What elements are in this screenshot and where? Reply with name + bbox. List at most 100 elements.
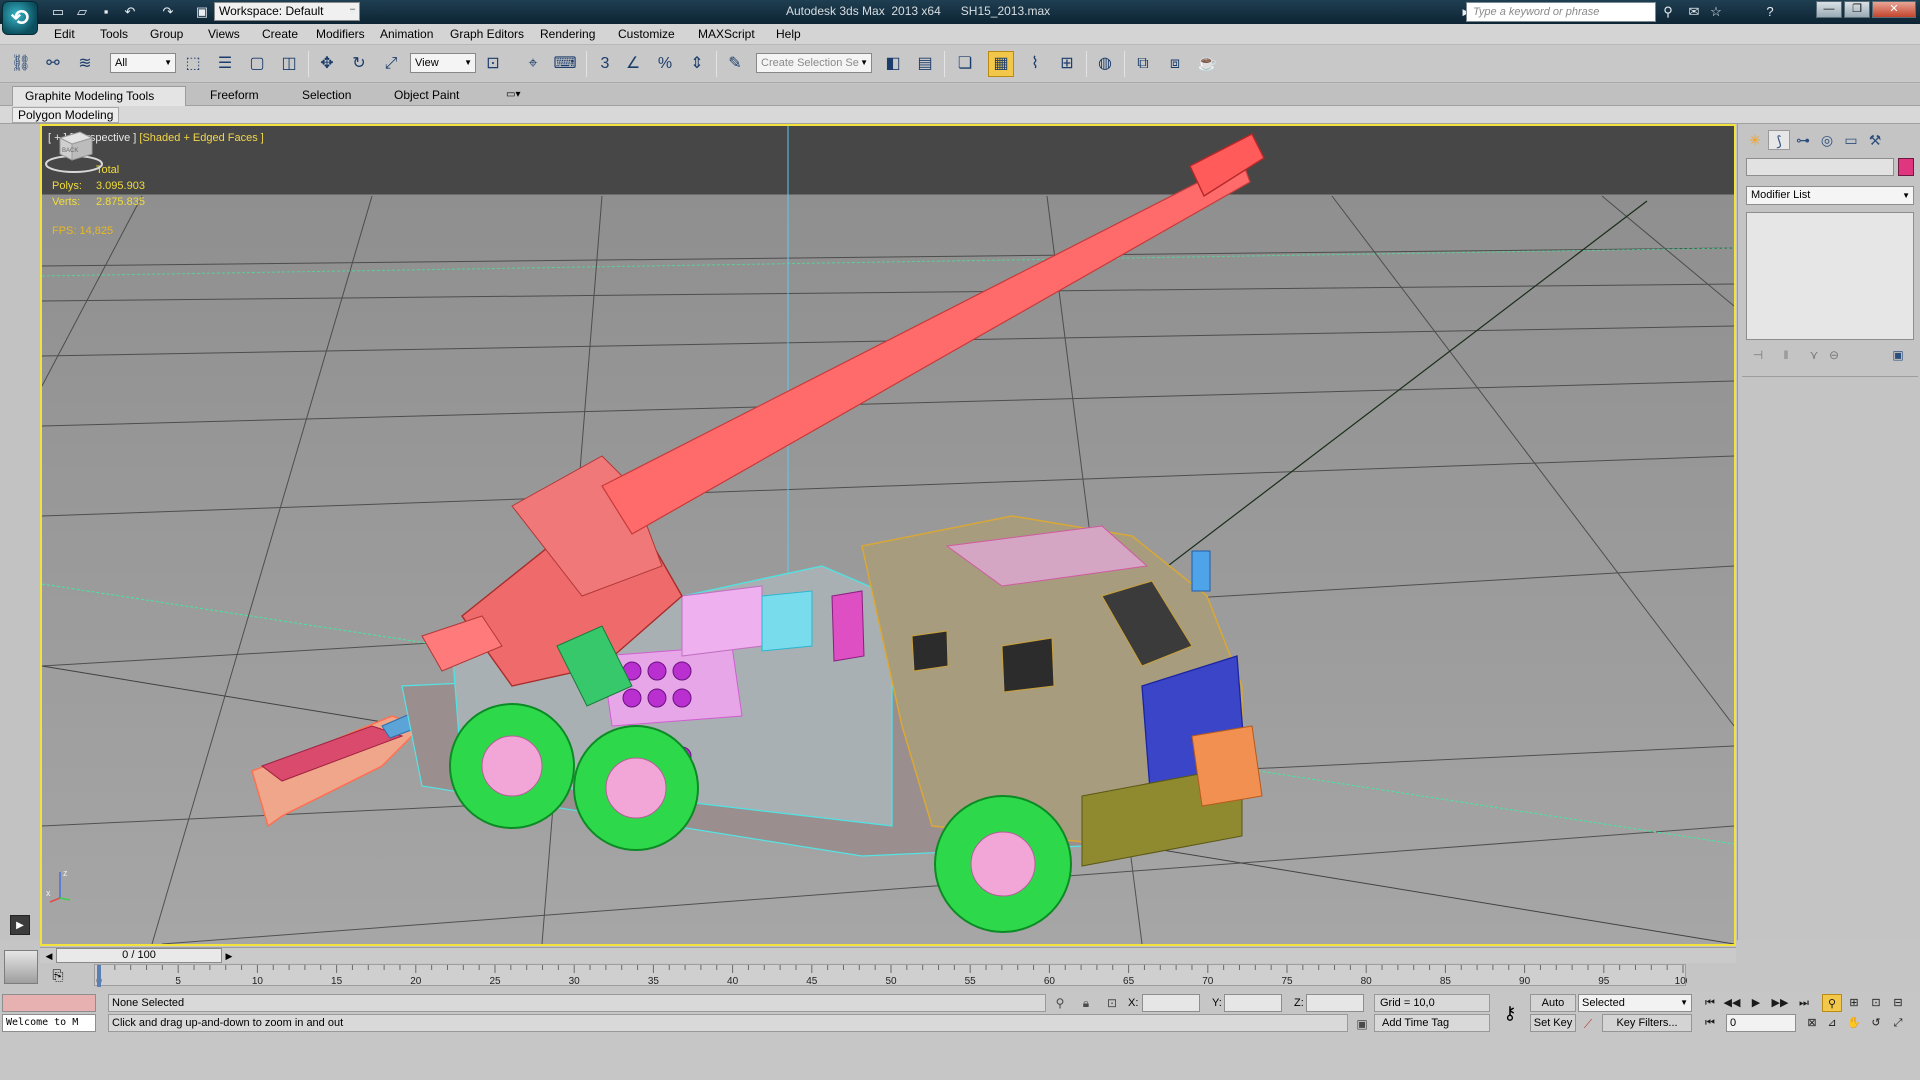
rectangular-selection-icon[interactable]: ▢: [244, 51, 270, 77]
menu-views[interactable]: Views: [208, 27, 240, 41]
default-tangents-icon[interactable]: ⟋: [1580, 1016, 1596, 1032]
ribbon-options-icon[interactable]: ▭▾: [494, 86, 532, 106]
hierarchy-tab-icon[interactable]: ⊶: [1792, 130, 1814, 150]
pin-stack-icon[interactable]: ⊣: [1748, 348, 1768, 364]
trackbar[interactable]: 0510152025303540455055606570758085909510…: [94, 964, 1687, 987]
mini-curve-editor-icon[interactable]: ⎘: [44, 963, 72, 987]
menu-graph-editors[interactable]: Graph Editors: [450, 27, 524, 41]
menu-maxscript[interactable]: MAXScript: [698, 27, 755, 41]
close-button[interactable]: ✕: [1872, 1, 1916, 18]
make-unique-icon[interactable]: ⋎: [1804, 348, 1824, 364]
render-production-icon[interactable]: ☕: [1194, 51, 1220, 77]
schematic-view-icon[interactable]: ⊞: [1054, 51, 1080, 77]
maximize-viewport-icon[interactable]: ⤢: [1888, 1014, 1908, 1032]
redo-icon[interactable]: ↷: [160, 4, 176, 20]
project-folder-icon[interactable]: ▣: [194, 4, 210, 20]
polygon-modeling-panel[interactable]: Polygon Modeling: [12, 107, 120, 123]
isolate-selection-icon[interactable]: ⚲: [1052, 995, 1068, 1011]
link-icon[interactable]: ⛓: [8, 51, 34, 77]
maximize-button[interactable]: ❐: [1844, 1, 1870, 18]
edit-named-selection-icon[interactable]: ✎: [722, 51, 748, 77]
configure-modifier-sets-icon[interactable]: ▣: [1888, 348, 1908, 364]
workspace-dropdown[interactable]: Workspace: Default ▼: [214, 2, 360, 21]
new-file-icon[interactable]: ▭: [50, 4, 66, 20]
scene-canvas[interactable]: [42, 126, 1734, 944]
menu-tools[interactable]: Tools: [100, 27, 128, 41]
viewcube[interactable]: BACK: [42, 126, 106, 176]
percent-snap-icon[interactable]: %: [652, 51, 678, 77]
zoom-extents-icon[interactable]: ⊡: [1866, 994, 1886, 1012]
key-mode-dropdown[interactable]: Selected ▼: [1578, 994, 1692, 1012]
pan-view-icon[interactable]: ✋: [1844, 1014, 1864, 1032]
zoom-all-icon[interactable]: ⊞: [1844, 994, 1864, 1012]
select-and-move-icon[interactable]: ✥: [314, 51, 340, 77]
perspective-viewport[interactable]: [ + ] [Perspective ] [Shaded + Edged Fac…: [40, 124, 1736, 946]
select-and-manipulate-icon[interactable]: ⌖: [520, 51, 546, 77]
rendered-frame-window-icon[interactable]: ⧈: [1162, 51, 1188, 77]
tab-freeform[interactable]: Freeform: [198, 86, 271, 106]
binoculars-icon[interactable]: ⚲: [1660, 4, 1676, 20]
keyword-search-input[interactable]: Type a keyword or phrase: [1466, 2, 1656, 22]
select-and-scale-icon[interactable]: ⤢: [378, 51, 404, 77]
menu-help[interactable]: Help: [776, 27, 801, 41]
create-tab-icon[interactable]: ✳: [1744, 130, 1766, 150]
app-logo-icon[interactable]: ⟲: [2, 1, 38, 35]
object-color-swatch[interactable]: [1898, 158, 1914, 176]
menu-rendering[interactable]: Rendering: [540, 27, 595, 41]
time-tag-icon[interactable]: ▣: [1354, 1016, 1370, 1032]
window-crossing-icon[interactable]: ◫: [276, 51, 302, 77]
help-icon[interactable]: ?: [1762, 4, 1778, 20]
orbit-icon[interactable]: ↺: [1866, 1014, 1886, 1032]
menu-group[interactable]: Group: [150, 27, 183, 41]
zoom-icon[interactable]: ⚲: [1822, 994, 1842, 1012]
set-key-button[interactable]: Set Key: [1530, 1014, 1576, 1032]
align-icon[interactable]: ▤: [912, 51, 938, 77]
next-key-icon[interactable]: ▶▶: [1770, 994, 1790, 1012]
modifier-stack[interactable]: [1746, 212, 1914, 340]
maxscript-mini-listener-output[interactable]: [2, 994, 96, 1012]
modifier-list-dropdown[interactable]: Modifier List ▼: [1746, 186, 1914, 205]
pivot-center-icon[interactable]: ⊡: [480, 51, 506, 77]
spinner-snap-icon[interactable]: ⇕: [684, 51, 710, 77]
material-editor-icon[interactable]: ◍: [1092, 51, 1118, 77]
time-configuration-icon[interactable]: ⊠: [1802, 1014, 1822, 1032]
favorites-star-icon[interactable]: ☆: [1708, 4, 1724, 20]
bind-space-warp-icon[interactable]: ≋: [72, 51, 98, 77]
open-file-icon[interactable]: ▱: [74, 4, 90, 20]
z-coordinate-field[interactable]: [1306, 994, 1364, 1012]
minimize-button[interactable]: —: [1816, 1, 1842, 18]
tab-object-paint[interactable]: Object Paint: [382, 86, 471, 106]
select-object-icon[interactable]: ⬚: [180, 51, 206, 77]
utilities-tab-icon[interactable]: ⚒: [1864, 130, 1886, 150]
expand-viewport-layout-button[interactable]: ▶: [10, 915, 30, 935]
display-tab-icon[interactable]: ▭: [1840, 130, 1862, 150]
unlink-icon[interactable]: ⚯: [40, 51, 66, 77]
motion-tab-icon[interactable]: ◎: [1816, 130, 1838, 150]
undo-icon[interactable]: ↶: [122, 4, 138, 20]
tab-selection[interactable]: Selection: [290, 86, 363, 106]
communication-center-icon[interactable]: ✉: [1686, 4, 1702, 20]
layer-manager-icon[interactable]: ❏: [952, 51, 978, 77]
key-filters-button[interactable]: Key Filters...: [1602, 1014, 1692, 1032]
menu-customize[interactable]: Customize: [618, 27, 675, 41]
viewport-shading-label[interactable]: [Shaded + Edged Faces ]: [139, 132, 263, 144]
key-mode-toggle-icon[interactable]: ⏮: [1700, 1014, 1720, 1032]
select-by-name-icon[interactable]: ☰: [212, 51, 238, 77]
trackbar-ruler[interactable]: 0510152025303540455055606570758085909510…: [95, 965, 1687, 987]
add-time-tag-button[interactable]: Add Time Tag: [1374, 1014, 1490, 1032]
remove-modifier-icon[interactable]: ⊖: [1824, 348, 1844, 364]
select-and-rotate-icon[interactable]: ↻: [346, 51, 372, 77]
go-to-start-icon[interactable]: ⏮: [1700, 994, 1720, 1012]
selection-filter-dropdown[interactable]: All ▼: [110, 53, 176, 73]
y-coordinate-field[interactable]: [1224, 994, 1282, 1012]
curve-editor-icon[interactable]: ⌇: [1022, 51, 1048, 77]
angle-snap-icon[interactable]: ∠: [620, 51, 646, 77]
object-name-field[interactable]: [1746, 158, 1894, 176]
play-icon[interactable]: ▶: [1746, 994, 1766, 1012]
field-of-view-icon[interactable]: ⊿: [1822, 1014, 1842, 1032]
workspace-menu-icon[interactable]: ▾: [344, 4, 360, 20]
selection-lock-icon[interactable]: 🔒︎: [1078, 995, 1094, 1011]
menu-edit[interactable]: Edit: [54, 27, 75, 41]
keyboard-shortcut-override-icon[interactable]: ⌨: [552, 51, 578, 77]
render-setup-icon[interactable]: ⧉: [1130, 51, 1156, 77]
